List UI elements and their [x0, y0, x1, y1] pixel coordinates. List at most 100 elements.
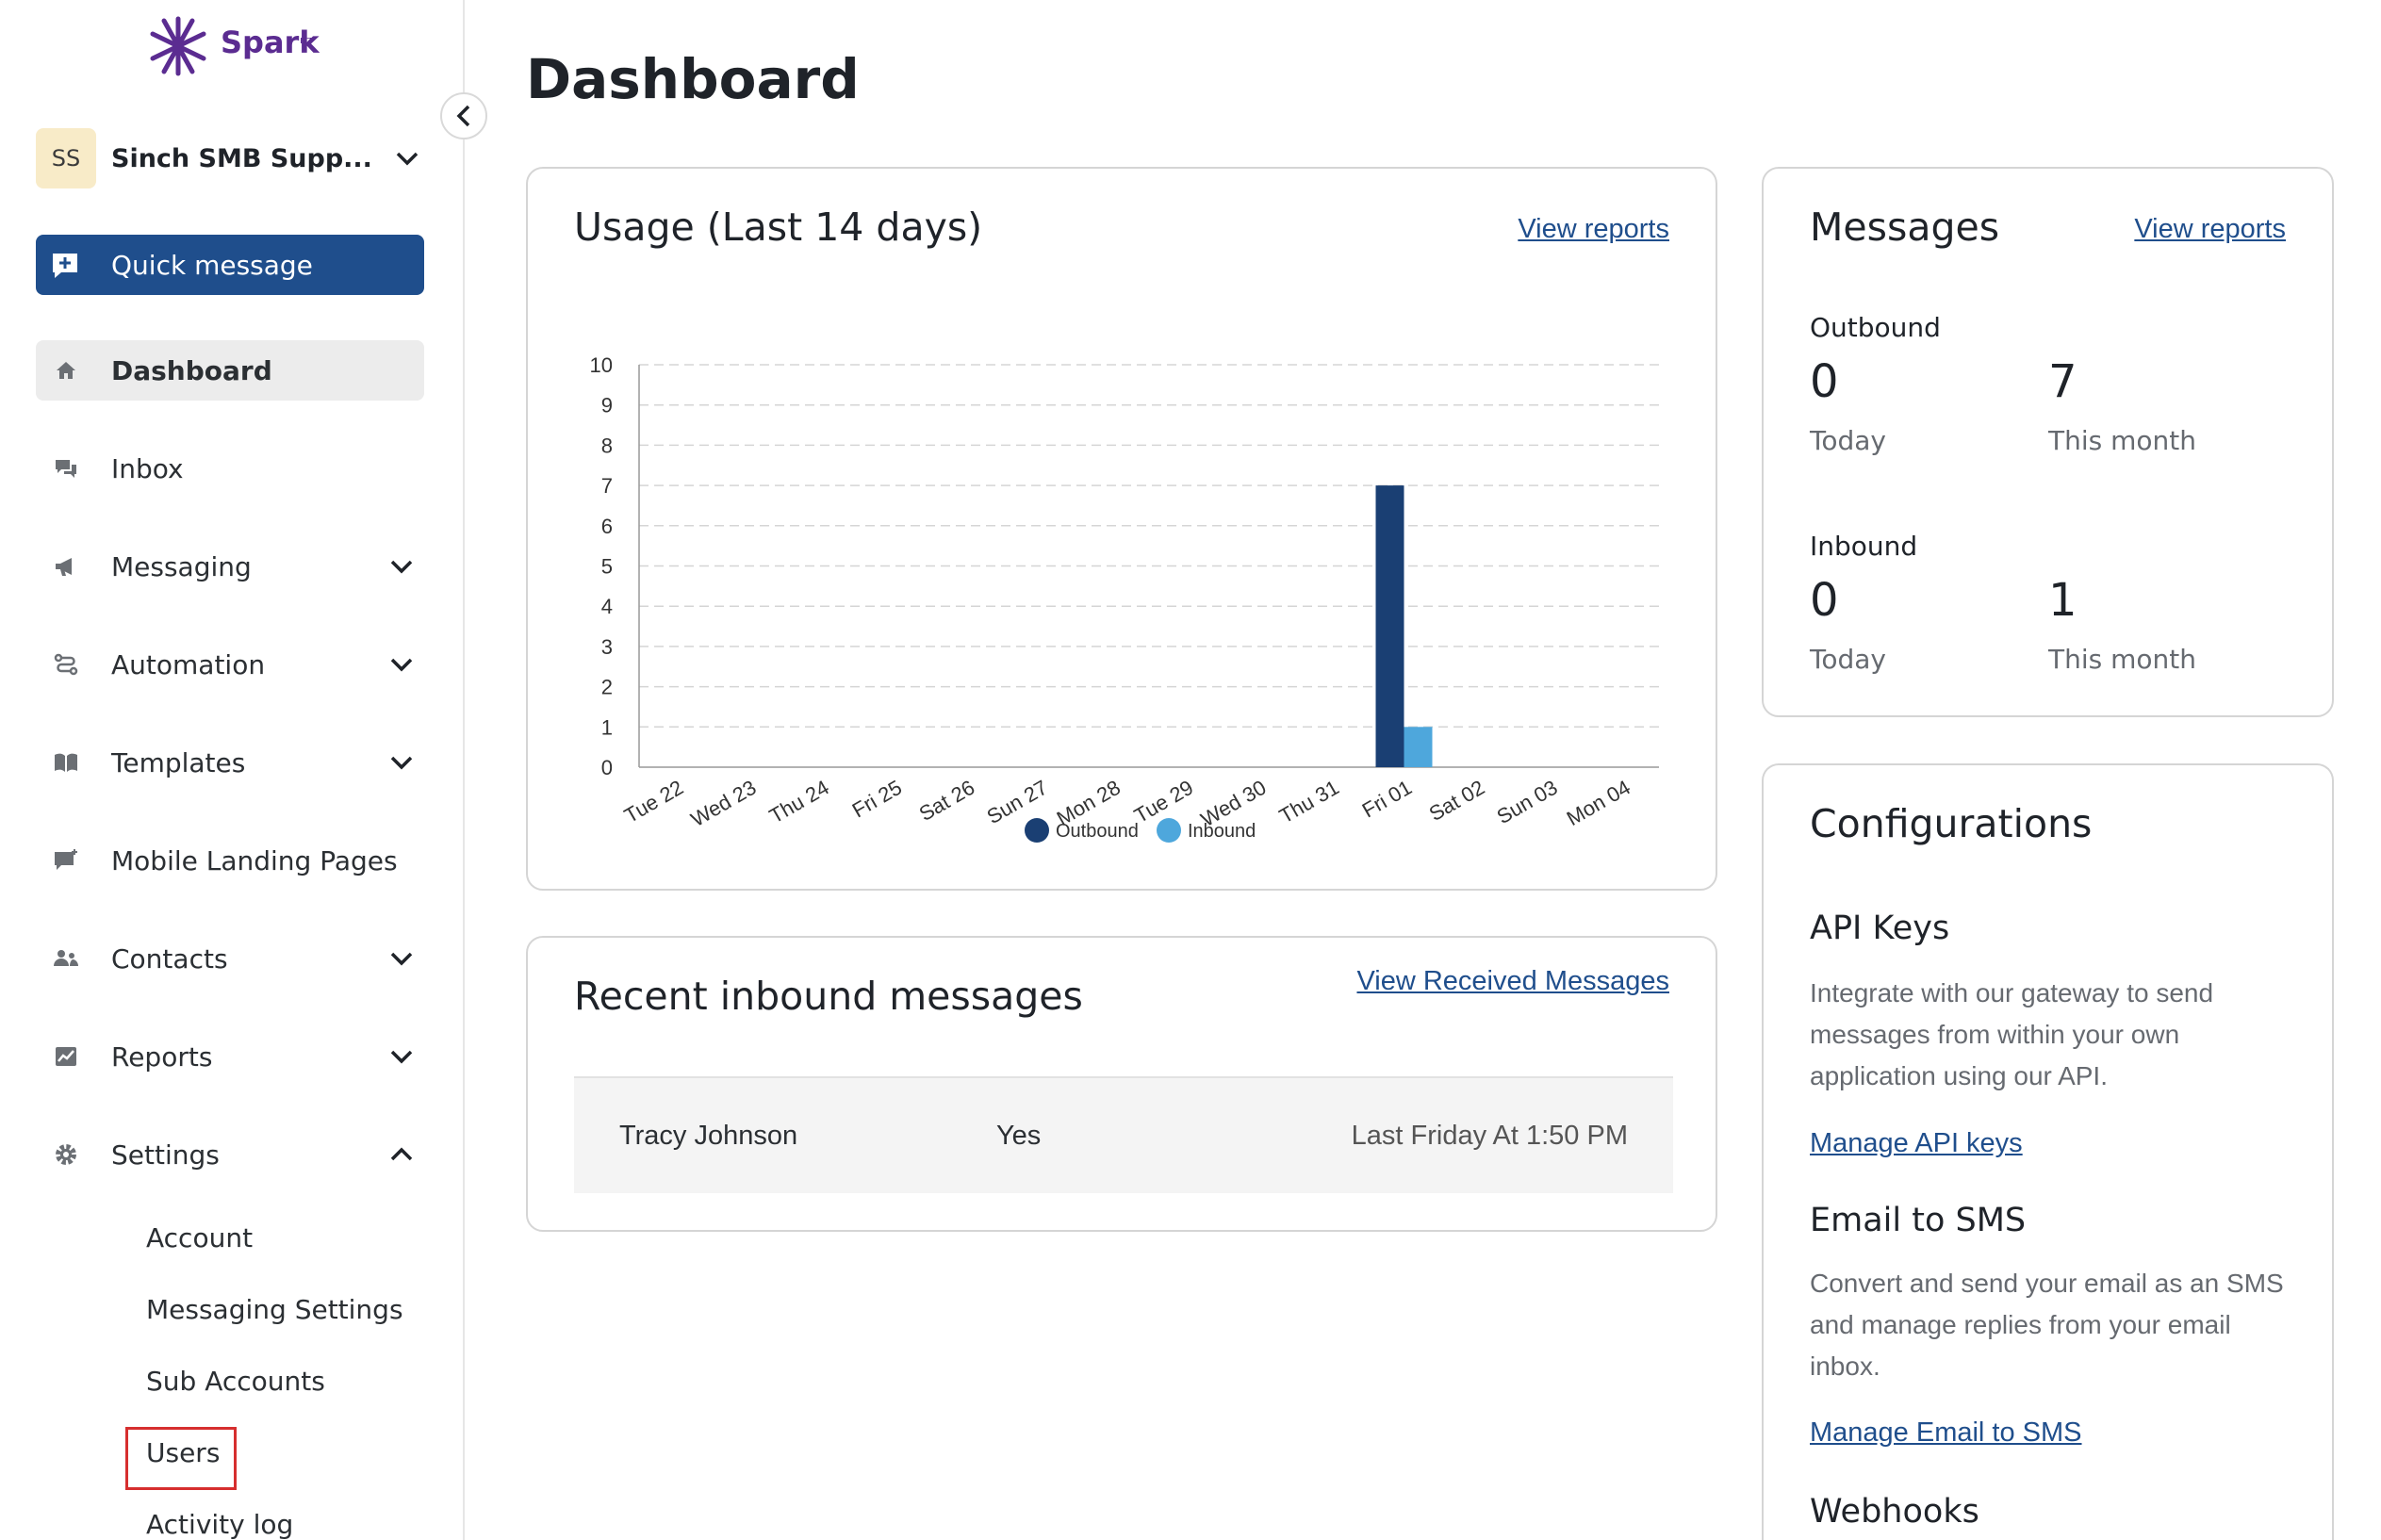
usage-chart: 012345678910Tue 22 Wed 23 Thu 24 Fri 25 Sat … — [590, 353, 1659, 843]
brand-superscript: nz — [300, 34, 312, 46]
manage-api-keys-link[interactable]: Manage API keys — [1810, 1128, 2023, 1159]
configurations-card: Configurations API Keys Integrate with o… — [1762, 763, 2334, 1540]
sidebar-item-inbox[interactable]: Inbox — [36, 438, 424, 499]
page-title: Dashboard — [526, 47, 860, 111]
y-tick-label: 2 — [601, 676, 613, 699]
sender-name: Tracy Johnson — [619, 1120, 798, 1151]
x-tick-label: Sun 03 — [1493, 776, 1562, 829]
y-tick-label: 8 — [601, 434, 613, 457]
sidebar-item-mobile-landing-pages[interactable]: Mobile Landing Pages — [36, 830, 424, 891]
messages-view-reports-link[interactable]: View reports — [2134, 214, 2286, 245]
avatar: SS — [36, 128, 96, 188]
quick-message-button[interactable]: Quick message — [36, 235, 424, 295]
sidebar-item-contacts[interactable]: Contacts — [36, 928, 424, 989]
x-tick-label: Tue 22 — [620, 776, 687, 827]
book-icon — [51, 747, 81, 778]
x-tick-label: Thu 24 — [765, 776, 833, 828]
x-tick-label: Sat 02 — [1425, 776, 1489, 826]
sidebar-item-label: Mobile Landing Pages — [111, 844, 398, 876]
y-tick-label: 7 — [601, 474, 613, 498]
x-tick-label: Fri 01 — [1358, 776, 1416, 823]
y-tick-label: 6 — [601, 515, 613, 538]
chevron-down-icon — [386, 943, 417, 974]
bar-inbound — [1404, 727, 1433, 767]
chart-image-icon — [51, 1041, 81, 1072]
sidebar-item-settings[interactable]: Settings — [36, 1124, 424, 1185]
inbound-month-value: 1 — [2048, 574, 2077, 627]
email-to-sms-heading: Email to SMS — [1810, 1202, 2027, 1239]
usage-view-reports-link[interactable]: View reports — [1518, 214, 1669, 245]
sidebar-subitem-activity-log[interactable]: Activity log — [146, 1509, 293, 1540]
legend-marker — [1025, 818, 1049, 843]
outbound-month-value: 7 — [2048, 355, 2077, 408]
manage-email-to-sms-link[interactable]: Manage Email to SMS — [1810, 1417, 2082, 1449]
y-tick-label: 10 — [590, 353, 613, 377]
chevron-left-icon — [456, 105, 470, 127]
sidebar-item-dashboard[interactable]: Dashboard — [36, 340, 424, 401]
quick-message-label: Quick message — [111, 249, 313, 281]
x-tick-label: Fri 25 — [848, 776, 906, 823]
y-tick-label: 1 — [601, 715, 613, 739]
y-tick-label: 3 — [601, 635, 613, 659]
outbound-month-caption: This month — [2048, 425, 2196, 456]
sidebar-subitem-messaging-settings[interactable]: Messaging Settings — [146, 1294, 403, 1325]
sidebar: Spark nz SS Sinch SMB Supp... Quick mess… — [0, 0, 465, 1540]
sidebar-item-label: Inbox — [111, 452, 184, 484]
y-tick-label: 5 — [601, 555, 613, 579]
collapse-sidebar-button[interactable] — [440, 92, 487, 139]
account-name: Sinch SMB Supp... — [111, 143, 372, 173]
sidebar-item-templates[interactable]: Templates — [36, 732, 424, 793]
recent-inbound-title: Recent inbound messages — [574, 974, 1083, 1019]
sidebar-item-reports[interactable]: Reports — [36, 1026, 424, 1087]
outbound-today-caption: Today — [1810, 425, 1886, 456]
reply-status: Yes — [996, 1120, 1042, 1151]
messages-title: Messages — [1810, 205, 2000, 250]
sidebar-subitem-sub-accounts[interactable]: Sub Accounts — [146, 1366, 325, 1397]
email-to-sms-description: Convert and send your email as an SMS an… — [1810, 1269, 2284, 1381]
sidebar-item-label: Automation — [111, 648, 266, 680]
inbound-today-value: 0 — [1810, 574, 1839, 627]
sidebar-item-label: Messaging — [111, 550, 252, 582]
inbound-label: Inbound — [1810, 531, 1918, 562]
account-switcher[interactable]: SS Sinch SMB Supp... — [36, 128, 430, 188]
message-square-icon — [51, 845, 81, 876]
chevron-down-icon[interactable] — [392, 143, 422, 173]
y-tick-label: 9 — [601, 394, 613, 418]
messages-card: Messages View reports Outbound 0 7 Today… — [1762, 167, 2334, 717]
bar-outbound — [1375, 485, 1404, 767]
y-tick-label: 4 — [601, 595, 613, 618]
sidebar-item-label: Reports — [111, 1040, 213, 1073]
legend-marker — [1157, 818, 1181, 843]
chevron-down-icon — [386, 551, 417, 582]
sidebar-item-label: Templates — [111, 746, 246, 778]
usage-card: Usage (Last 14 days) View reports 0 1 2 3 4 5… — [526, 167, 1717, 891]
sidebar-subitem-account[interactable]: Account — [146, 1222, 253, 1253]
sidebar-item-messaging[interactable]: Messaging — [36, 536, 424, 597]
y-tick-label: 0 — [601, 756, 613, 779]
inbound-today-caption: Today — [1810, 644, 1886, 675]
view-received-messages-link[interactable]: View Received Messages — [1356, 966, 1669, 997]
webhooks-heading: Webhooks — [1810, 1493, 1979, 1531]
chevron-down-icon — [386, 747, 417, 778]
x-tick-label: Wed 23 — [687, 776, 761, 831]
chevron-up-icon — [386, 1139, 417, 1170]
x-tick-label: Thu 31 — [1275, 776, 1343, 828]
spark-logo-icon — [150, 16, 206, 76]
brand-logo[interactable]: Spark nz — [145, 13, 324, 79]
x-tick-label: Sat 26 — [915, 776, 979, 826]
people-icon — [51, 943, 81, 974]
api-keys-description: Integrate with our gateway to send messa… — [1810, 978, 2214, 1090]
sidebar-item-label: Dashboard — [111, 354, 272, 386]
api-keys-heading: API Keys — [1810, 909, 1950, 947]
outbound-today-value: 0 — [1810, 355, 1839, 408]
legend-label: Inbound — [1188, 821, 1256, 842]
usage-title: Usage (Last 14 days) — [574, 205, 983, 250]
x-tick-label: Mon 04 — [1563, 776, 1634, 830]
sidebar-item-label: Contacts — [111, 942, 228, 975]
sidebar-item-automation[interactable]: Automation — [36, 634, 424, 695]
recent-inbound-card: Recent inbound messages View Received Me… — [526, 936, 1717, 1232]
chat-bubbles-icon — [51, 453, 81, 483]
chevron-down-icon — [386, 1041, 417, 1072]
table-row[interactable]: Tracy Johnson Yes Last Friday At 1:50 PM — [574, 1076, 1673, 1193]
outbound-label: Outbound — [1810, 312, 1941, 343]
